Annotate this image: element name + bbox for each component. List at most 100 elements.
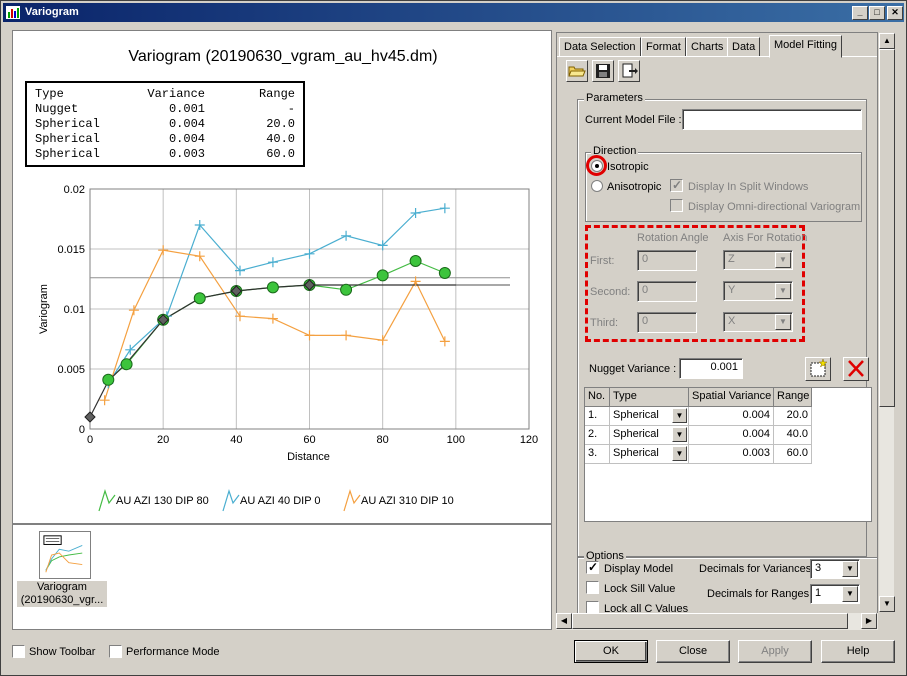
second-axis-value: Y xyxy=(728,284,736,296)
y-tick-label: 0 xyxy=(79,424,85,436)
grid-range[interactable]: 40.0 xyxy=(774,426,812,445)
first-angle-input[interactable]: 0 xyxy=(637,250,697,271)
open-file-button[interactable] xyxy=(566,60,588,82)
maximize-button[interactable]: □ xyxy=(869,6,885,20)
help-button[interactable]: Help xyxy=(821,640,895,663)
series-point-1 xyxy=(376,269,389,282)
tab-strip: Data Selection Format Charts Data Model … xyxy=(557,35,877,58)
scroll-right-button[interactable]: ▶ xyxy=(861,613,877,629)
scroll-left-button[interactable]: ◀ xyxy=(556,613,572,629)
chevron-down-icon[interactable]: ▼ xyxy=(672,427,687,442)
tab-format[interactable]: Format xyxy=(641,37,686,57)
scroll-thumb[interactable] xyxy=(879,49,895,407)
current-model-file-input[interactable] xyxy=(682,109,862,130)
tab-data-selection[interactable]: Data Selection xyxy=(559,37,641,57)
x-axis-label: Distance xyxy=(287,451,330,463)
series-point-1 xyxy=(266,281,279,294)
scroll-down-button[interactable]: ▼ xyxy=(879,596,895,612)
chevron-down-icon: ▼ xyxy=(842,561,858,577)
legend-swatch-1 xyxy=(98,489,116,512)
lock-sill-checkbox[interactable] xyxy=(586,581,599,594)
show-toolbar-checkbox[interactable] xyxy=(12,645,25,658)
grid-row-number[interactable]: 3. xyxy=(585,445,610,464)
third-axis-value: X xyxy=(728,315,736,327)
first-axis-value: Z xyxy=(728,253,735,265)
legend-label-2: AU AZI 40 DIP 0 xyxy=(240,495,321,507)
isotropic-label: Isotropic xyxy=(607,161,649,173)
x-tick-label: 80 xyxy=(377,434,389,446)
grid-range[interactable]: 60.0 xyxy=(774,445,812,464)
series-point-1 xyxy=(102,373,115,386)
ok-button[interactable]: OK xyxy=(574,640,648,663)
y-tick-label: 0.01 xyxy=(64,304,85,316)
third-axis-select[interactable]: X ▼ xyxy=(723,312,793,332)
delete-structure-button[interactable] xyxy=(843,357,869,381)
title-bar[interactable]: Variogram _ □ ✕ xyxy=(3,3,904,22)
y-tick-label: 0.015 xyxy=(57,244,85,256)
window-title: Variogram xyxy=(25,6,79,18)
structures-grid[interactable]: No. Type Spatial Variance Range 1. Spherical ▼… xyxy=(584,387,872,522)
second-axis-select[interactable]: Y ▼ xyxy=(723,281,793,301)
horizontal-scrollbar[interactable]: ◀ ▶ xyxy=(556,613,878,630)
y-axis-label: Variogram xyxy=(38,284,50,334)
grid-type-select[interactable]: Spherical ▼ xyxy=(610,407,689,426)
display-omni-checkbox[interactable] xyxy=(670,199,683,212)
add-row-icon xyxy=(810,358,828,377)
display-omni-label: Display Omni-directional Variogram xyxy=(688,201,861,213)
variogram-plot: 0 20 40 60 80 100 120 0 0.005 0.01 0.015 0.02 Distan… xyxy=(38,184,538,512)
close-window-button[interactable]: ✕ xyxy=(887,6,903,20)
close-button[interactable]: Close xyxy=(656,640,730,663)
export-icon xyxy=(622,63,638,78)
first-axis-select[interactable]: Z ▼ xyxy=(723,250,793,270)
save-button[interactable] xyxy=(592,60,614,82)
tab-data[interactable]: Data xyxy=(727,37,761,57)
legend-label-3: AU AZI 310 DIP 10 xyxy=(361,495,454,507)
vertical-scrollbar[interactable]: ▲ ▼ xyxy=(878,32,895,613)
grid-spatial-variance[interactable]: 0.004 xyxy=(689,426,774,445)
lock-sill-label: Lock Sill Value xyxy=(604,583,676,595)
performance-mode-checkbox[interactable] xyxy=(109,645,122,658)
grid-type-select[interactable]: Spherical ▼ xyxy=(610,426,689,445)
chevron-down-icon[interactable]: ▼ xyxy=(672,408,687,423)
second-angle-input[interactable]: 0 xyxy=(637,281,697,302)
series-point-2 xyxy=(267,257,278,268)
x-tick-label: 120 xyxy=(520,434,538,446)
grid-row-number[interactable]: 2. xyxy=(585,426,610,445)
minimize-button[interactable]: _ xyxy=(852,6,868,20)
scroll-up-button[interactable]: ▲ xyxy=(879,33,895,49)
model-curve xyxy=(89,284,456,418)
grid-range[interactable]: 20.0 xyxy=(774,407,812,426)
tab-charts[interactable]: Charts xyxy=(686,37,729,57)
chart-thumbnail[interactable]: Variogram (20190630_vgr... xyxy=(17,529,107,609)
legend-swatch-2 xyxy=(222,489,240,512)
series-point-3 xyxy=(99,395,110,406)
grid-type-select[interactable]: Spherical ▼ xyxy=(610,445,689,464)
grid-spatial-variance[interactable]: 0.003 xyxy=(689,445,774,464)
first-label: First: xyxy=(590,255,615,267)
grid-spatial-variance[interactable]: 0.004 xyxy=(689,407,774,426)
x-tick-label: 20 xyxy=(157,434,169,446)
anisotropic-radio[interactable] xyxy=(591,180,603,192)
add-structure-button[interactable] xyxy=(805,357,831,381)
floppy-disk-icon xyxy=(596,64,610,78)
grid-row-number[interactable]: 1. xyxy=(585,407,610,426)
chart-app-icon xyxy=(6,6,20,19)
nugget-variance-input[interactable]: 0.001 xyxy=(679,358,743,379)
variogram-window: Variogram _ □ ✕ Variogram (20190630_vgra… xyxy=(0,0,907,676)
display-model-checkbox[interactable] xyxy=(586,560,599,574)
hscroll-thumb[interactable] xyxy=(572,613,848,629)
display-model-label: Display Model xyxy=(604,563,674,575)
tab-model-fitting[interactable]: Model Fitting xyxy=(769,35,842,58)
decimals-variances-select[interactable]: 3 ▼ xyxy=(810,559,860,579)
y-tick-label: 0.005 xyxy=(57,364,85,376)
delete-x-icon xyxy=(848,360,864,377)
apply-button[interactable]: Apply xyxy=(738,640,812,663)
performance-mode-label: Performance Mode xyxy=(126,646,220,658)
decimals-ranges-select[interactable]: 1 ▼ xyxy=(810,584,860,604)
chevron-down-icon: ▼ xyxy=(842,586,858,602)
export-button[interactable] xyxy=(618,60,640,82)
chevron-down-icon[interactable]: ▼ xyxy=(672,446,687,461)
chart-panel: Variogram (20190630_vgram_au_hv45.dm) Ty… xyxy=(12,30,552,524)
third-angle-input[interactable]: 0 xyxy=(637,312,697,333)
display-split-checkbox[interactable] xyxy=(670,178,683,192)
